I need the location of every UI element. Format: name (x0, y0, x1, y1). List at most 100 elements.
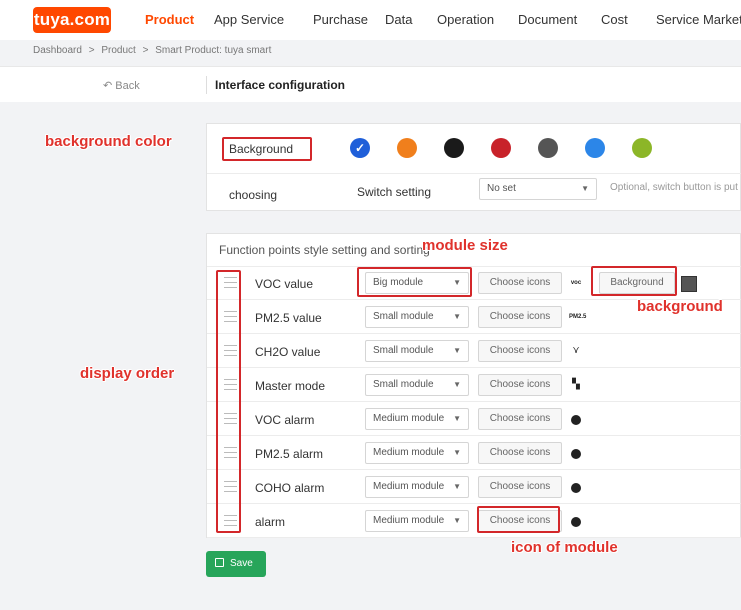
back-button[interactable]: ↶ Back (103, 79, 140, 92)
face-icon (571, 415, 581, 425)
save-label: Save (230, 558, 253, 569)
module-size-value: Medium module (373, 515, 445, 526)
face-icon (571, 483, 581, 493)
nav-item-app-service[interactable]: App Service (214, 12, 284, 27)
annotation-background: background (637, 298, 723, 315)
background-panel: Background ✓ choosing Switch setting No … (206, 123, 741, 211)
choose-icons-button[interactable]: Choose icons (478, 306, 562, 328)
choose-icons-button[interactable]: Choose icons (478, 442, 562, 464)
header-divider (206, 76, 207, 94)
background-thumbnail[interactable] (681, 276, 697, 292)
switch-hint: Optional, switch button is put o (610, 182, 741, 193)
swatch-light-blue[interactable] (585, 138, 605, 158)
nav-item-document[interactable]: Document (518, 12, 577, 27)
nav-item-product[interactable]: Product (145, 12, 194, 27)
function-points-title: Function points style setting and sortin… (219, 243, 430, 257)
caret-down-icon: ▼ (453, 414, 461, 423)
swatch-blue[interactable]: ✓ (350, 138, 370, 158)
caret-down-icon: ▼ (453, 516, 461, 525)
function-point-row: alarm Medium module ▼ Choose icons (207, 505, 741, 538)
choose-icons-button[interactable]: Choose icons (478, 272, 562, 294)
choosing-label: choosing (229, 188, 278, 202)
switch-setting-label: Switch setting (357, 185, 432, 199)
function-point-name: CH2O value (255, 345, 321, 359)
breadcrumb-product[interactable]: Product (101, 45, 135, 56)
function-point-name: COHO alarm (255, 481, 325, 495)
breadcrumb: Dashboard > Product > Smart Product: tuy… (33, 45, 275, 56)
swatch-black[interactable] (444, 138, 464, 158)
face-icon (571, 449, 581, 459)
switch-setting-select[interactable]: No set ▼ (479, 178, 597, 200)
caret-down-icon: ▼ (581, 184, 589, 193)
annotation-box-display-order (216, 270, 241, 533)
annotation-icon-of-module: icon of module (511, 539, 618, 556)
function-point-row: VOC alarm Medium module ▼ Choose icons (207, 403, 741, 436)
nav-item-purchase[interactable]: Purchase (313, 12, 368, 27)
function-point-name: Master mode (255, 379, 326, 393)
top-nav: tuya.com Product App Service Purchase Da… (0, 0, 741, 40)
annotation-display-order: display order (80, 365, 175, 382)
grid-icon: ▚ (572, 379, 580, 390)
choose-icons-button[interactable]: Choose icons (478, 408, 562, 430)
module-size-select[interactable]: Medium module ▼ (365, 510, 469, 532)
caret-down-icon: ▼ (453, 312, 461, 321)
caret-down-icon: ▼ (453, 380, 461, 389)
page-header: ↶ Back Interface configuration (0, 66, 741, 102)
module-size-value: Medium module (373, 447, 445, 458)
background-label: Background (222, 137, 312, 161)
breadcrumb-separator: > (142, 45, 149, 56)
back-arrow-icon: ↶ (103, 80, 113, 92)
caret-down-icon: ▼ (453, 346, 461, 355)
module-size-select[interactable]: Small module ▼ (365, 306, 469, 328)
function-point-name: alarm (255, 515, 286, 529)
nav-item-service-market[interactable]: Service Market (656, 12, 741, 27)
module-size-value: Small module (373, 311, 434, 322)
breadcrumb-separator: > (88, 45, 95, 56)
nav-item-operation[interactable]: Operation (437, 12, 494, 27)
module-size-select[interactable]: Small module ▼ (365, 340, 469, 362)
function-point-name: VOC alarm (255, 413, 315, 427)
annotation-module-size: module size (422, 237, 508, 254)
swatch-red[interactable] (491, 138, 511, 158)
module-size-value: Small module (373, 379, 434, 390)
annotation-box-module-size (357, 267, 472, 297)
pm25-icon: PM2.5 (569, 314, 587, 320)
function-point-row: CH2O value Small module ▼ Choose icons ⋎ (207, 335, 741, 368)
save-icon (215, 558, 224, 567)
function-point-row: PM2.5 alarm Medium module ▼ Choose icons (207, 437, 741, 470)
save-button[interactable]: Save (206, 551, 266, 577)
module-size-select[interactable]: Small module ▼ (365, 374, 469, 396)
function-point-name: PM2.5 value (255, 311, 322, 325)
function-point-name: VOC value (255, 277, 314, 291)
back-label: Back (115, 80, 140, 92)
module-size-select[interactable]: Medium module ▼ (365, 408, 469, 430)
molecule-icon: ⋎ (572, 345, 580, 356)
swatch-gray[interactable] (538, 138, 558, 158)
check-icon: ✓ (354, 141, 366, 155)
module-size-value: Medium module (373, 481, 445, 492)
divider (207, 173, 741, 174)
module-size-select[interactable]: Medium module ▼ (365, 476, 469, 498)
function-point-name: PM2.5 alarm (255, 447, 324, 461)
annotation-background-color: background color (45, 133, 172, 150)
module-size-select[interactable]: Medium module ▼ (365, 442, 469, 464)
annotation-box-icon (477, 506, 560, 533)
choose-icons-button[interactable]: Choose icons (478, 374, 562, 396)
caret-down-icon: ▼ (453, 482, 461, 491)
breadcrumb-current: Smart Product: tuya smart (155, 45, 272, 56)
nav-item-data[interactable]: Data (385, 12, 412, 27)
swatch-green[interactable] (632, 138, 652, 158)
module-size-value: Small module (373, 345, 434, 356)
swatch-orange[interactable] (397, 138, 417, 158)
caret-down-icon: ▼ (453, 448, 461, 457)
function-point-row: COHO alarm Medium module ▼ Choose icons (207, 471, 741, 504)
tuya-logo[interactable]: tuya.com (33, 7, 111, 33)
annotation-box-background (591, 266, 677, 296)
choose-icons-button[interactable]: Choose icons (478, 476, 562, 498)
module-size-value: Medium module (373, 413, 445, 424)
face-icon (571, 517, 581, 527)
page-title: Interface configuration (215, 78, 346, 92)
breadcrumb-dashboard[interactable]: Dashboard (33, 45, 82, 56)
nav-item-cost[interactable]: Cost (601, 12, 628, 27)
choose-icons-button[interactable]: Choose icons (478, 340, 562, 362)
